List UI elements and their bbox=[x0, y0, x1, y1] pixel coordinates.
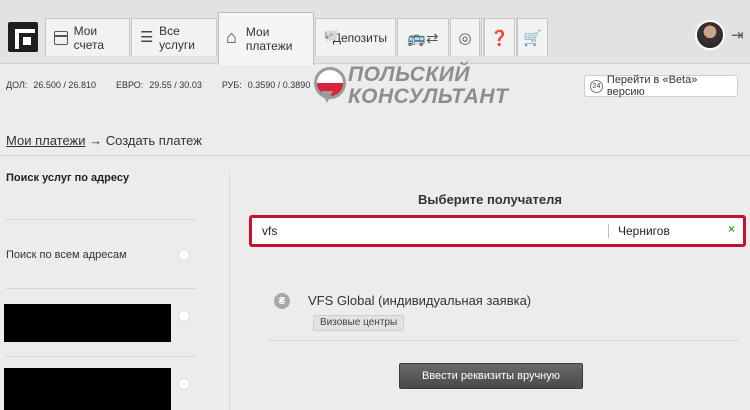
hryvnia-icon: ₴ bbox=[274, 293, 290, 309]
home-icon bbox=[226, 27, 240, 48]
tab-my-payments[interactable]: Мои платежи bbox=[218, 12, 314, 65]
rate-usd: ДОЛ: 26.500 / 26.810 bbox=[6, 80, 96, 90]
address-filter-panel: Поиск услуг по адресу Поиск по всем адре… bbox=[0, 156, 228, 410]
map-pin-icon bbox=[312, 67, 346, 105]
rate-eur: ЕВРО: 29.55 / 30.03 bbox=[115, 80, 202, 90]
address-radio-1[interactable] bbox=[178, 310, 190, 322]
tab-label: Мои счета bbox=[73, 23, 105, 52]
transport-icon: 🚌⇄ bbox=[407, 29, 439, 47]
divider bbox=[6, 356, 196, 357]
watermark-line1: ПОЛЬСКИЙ bbox=[348, 63, 470, 86]
beta-badge: 24 bbox=[590, 79, 603, 93]
tab-transport[interactable]: 🚌⇄ bbox=[397, 18, 449, 56]
rate-rub: РУБ: 0.3590 / 0.3890 bbox=[221, 80, 311, 90]
city-input[interactable]: Чернигов bbox=[618, 224, 670, 238]
breadcrumb-current: Создать платеж bbox=[105, 133, 202, 148]
column-divider bbox=[229, 172, 230, 410]
avatar[interactable] bbox=[695, 20, 725, 50]
recipient-search: vfs Чернигов × bbox=[249, 215, 746, 247]
card-icon bbox=[54, 30, 68, 45]
breadcrumb-arrow: → bbox=[89, 133, 103, 148]
divider bbox=[6, 219, 196, 220]
tab-label: Все услуги bbox=[159, 23, 196, 52]
search-divider bbox=[608, 224, 609, 238]
redacted-address bbox=[4, 304, 171, 342]
search-input[interactable]: vfs bbox=[262, 224, 277, 238]
redacted-address bbox=[4, 368, 171, 410]
tab-label: Депозиты bbox=[332, 30, 387, 45]
breadcrumb: Мои платежи → Создать платеж bbox=[6, 133, 202, 148]
beta-version-button[interactable]: 24 Перейти в «Beta» версию bbox=[584, 74, 738, 98]
piggy-bank-icon bbox=[324, 31, 327, 45]
exchange-rates: ДОЛ: 26.500 / 26.810 ЕВРО: 29.55 / 30.03 Р… bbox=[6, 80, 310, 90]
globe-icon: ◎ bbox=[458, 29, 472, 47]
logout-icon[interactable]: ⇥ bbox=[731, 26, 744, 44]
bank-logo[interactable] bbox=[8, 22, 38, 52]
beta-label: Перейти в «Beta» версию bbox=[606, 74, 698, 98]
breadcrumb-my-payments[interactable]: Мои платежи bbox=[6, 133, 86, 148]
manual-entry-button[interactable]: Ввести реквизиты вручную bbox=[399, 363, 583, 389]
recipient-title: Выберите получателя bbox=[418, 192, 562, 207]
tab-cart[interactable]: 🛒 bbox=[517, 18, 548, 56]
clear-icon[interactable]: × bbox=[728, 222, 735, 236]
all-addresses-radio[interactable] bbox=[178, 249, 190, 261]
divider bbox=[268, 340, 738, 341]
tab-label: Мои платежи bbox=[245, 25, 293, 53]
tab-my-accounts[interactable]: Мои счета bbox=[45, 18, 130, 56]
tab-help-button[interactable]: ❓ bbox=[484, 18, 515, 56]
watermark-line2: КОНСУЛЬТАНТ bbox=[348, 85, 509, 108]
all-addresses-label: Поиск по всем адресам bbox=[6, 249, 127, 261]
result-vfs-global[interactable]: VFS Global (индивидуальная заявка) bbox=[308, 293, 531, 308]
tab-transfers[interactable]: ◎ bbox=[450, 18, 480, 56]
help-icon: ❓ bbox=[490, 29, 509, 47]
address-filter-title: Поиск услуг по адресу bbox=[6, 172, 130, 184]
divider bbox=[6, 288, 196, 289]
category-tag[interactable]: Визовые центры bbox=[313, 315, 405, 331]
cart-icon: 🛒 bbox=[523, 29, 542, 47]
tab-deposits[interactable]: Депозиты bbox=[315, 18, 396, 56]
top-nav: Мои счета Все услуги Мои платежи Депозит… bbox=[0, 0, 750, 65]
address-radio-2[interactable] bbox=[178, 378, 190, 390]
list-icon bbox=[140, 28, 154, 46]
tab-all-services[interactable]: Все услуги bbox=[131, 18, 217, 56]
watermark-logo: ПОЛЬСКИЙ КОНСУЛЬТАНТ bbox=[312, 64, 508, 108]
